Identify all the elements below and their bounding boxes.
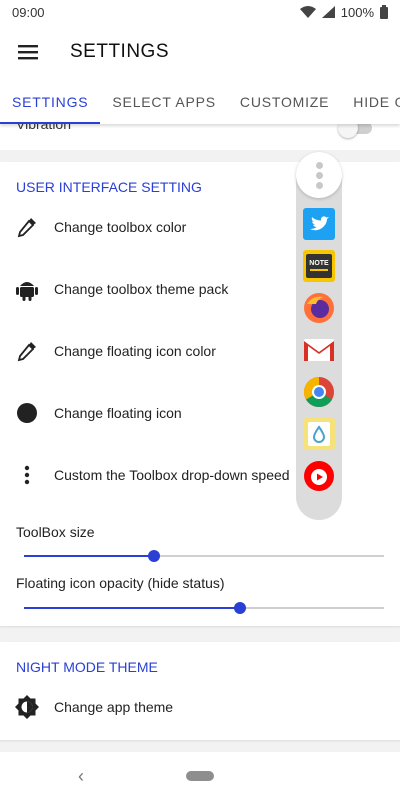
- home-pill[interactable]: [186, 771, 214, 781]
- filled-circle-icon: [17, 403, 37, 423]
- drop-app-icon[interactable]: [303, 418, 335, 450]
- status-bar: 09:00 100%: [0, 0, 400, 24]
- battery-text: 100%: [340, 4, 374, 20]
- wifi-icon: [299, 6, 316, 18]
- change-app-theme-row[interactable]: Change app theme: [0, 682, 400, 732]
- firefox-icon[interactable]: [303, 292, 335, 324]
- floating-opacity-label: Floating icon opacity (hide status): [16, 575, 225, 591]
- slider-thumb[interactable]: [147, 550, 160, 562]
- tab-customize[interactable]: CUSTOMIZE: [228, 80, 341, 124]
- android-icon: [16, 282, 38, 301]
- slider-fill: [24, 607, 240, 609]
- gmail-icon[interactable]: [303, 334, 335, 366]
- menu-button[interactable]: [0, 24, 56, 80]
- toolbox-size-label: ToolBox size: [16, 524, 95, 540]
- note-icon[interactable]: NOTE: [303, 250, 335, 282]
- twitter-icon[interactable]: [303, 208, 335, 240]
- change-toolbox-theme-pack-label: Change toolbox theme pack: [54, 281, 229, 297]
- eyedropper-icon: [17, 218, 36, 238]
- status-time: 09:00: [12, 4, 45, 20]
- toolbox-handle[interactable]: [296, 152, 342, 198]
- section-title-night-mode: NIGHT MODE THEME: [16, 659, 158, 675]
- signal-icon: [321, 6, 335, 18]
- chrome-icon[interactable]: [303, 376, 335, 408]
- more-vert-icon: [24, 465, 30, 485]
- vibration-toggle[interactable]: [338, 124, 372, 138]
- tab-settings[interactable]: SETTINGS: [0, 80, 101, 124]
- section-title-user-interface: USER INTERFACE SETTING: [16, 179, 202, 195]
- back-icon[interactable]: ‹: [78, 766, 84, 787]
- youtube-icon[interactable]: [303, 460, 335, 492]
- floating-toolbox[interactable]: NOTE: [296, 152, 342, 520]
- toolbox-size-slider[interactable]: [24, 550, 384, 562]
- brightness-icon: [15, 695, 39, 719]
- hamburger-menu-icon: [18, 45, 38, 60]
- navigation-bar: ‹: [0, 752, 400, 800]
- tab-select-apps[interactable]: SELECT APPS: [100, 80, 227, 124]
- app-bar: SETTINGS: [0, 24, 400, 80]
- eyedropper-icon: [17, 342, 36, 362]
- slider-fill: [24, 555, 154, 557]
- vibration-row[interactable]: Vibration: [0, 124, 400, 150]
- tab-hide-on[interactable]: HIDE ON: [341, 80, 400, 124]
- page-title: SETTINGS: [70, 41, 170, 62]
- night-mode-card: NIGHT MODE THEME Change app theme: [0, 642, 400, 740]
- change-toolbox-color-label: Change toolbox color: [54, 219, 187, 235]
- change-app-theme-label: Change app theme: [54, 699, 174, 715]
- vibration-label: Vibration: [16, 124, 72, 132]
- change-floating-icon-label: Change floating icon: [54, 405, 182, 421]
- change-floating-icon-color-label: Change floating icon color: [54, 343, 216, 359]
- battery-icon: [380, 5, 388, 19]
- floating-opacity-slider[interactable]: [24, 602, 384, 614]
- dropdown-speed-label: Custom the Toolbox drop-down speed: [54, 467, 290, 483]
- slider-thumb[interactable]: [234, 602, 246, 614]
- svg-text:NOTE: NOTE: [309, 260, 329, 267]
- tab-bar: SETTINGS SELECT APPS CUSTOMIZE HIDE ON: [0, 80, 400, 124]
